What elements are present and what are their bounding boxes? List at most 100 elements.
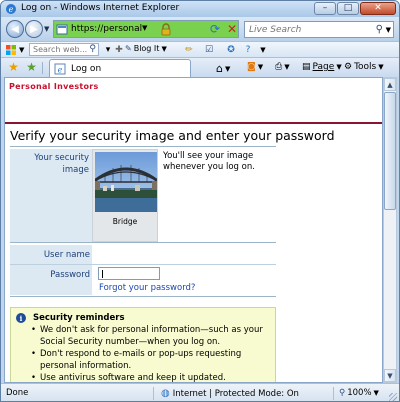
- back-button[interactable]: ◀: [6, 20, 24, 38]
- tab-divider: [42, 62, 43, 74]
- window-title: Log on - Windows Internet Explorer: [21, 3, 180, 13]
- search-provider-dropdown-icon[interactable]: ▼: [386, 26, 391, 34]
- password-field[interactable]: [98, 267, 160, 280]
- tab-row: ★ ★ e Log on ⌂ ▼ ◙ ▼ ⎙ ▼ ▤ Page ▼ ⚙ Tools ▼: [1, 57, 399, 78]
- highlighter-icon[interactable]: ✏: [183, 44, 195, 56]
- toolbar-logo-dropdown-icon[interactable]: ▼: [19, 46, 24, 54]
- minimize-button[interactable]: –: [314, 2, 336, 15]
- status-divider: [153, 387, 154, 400]
- stop-icon: ✕: [226, 22, 238, 36]
- url-text[interactable]: https://personal: [71, 24, 142, 34]
- status-text: Done: [6, 388, 29, 398]
- home-icon: ⌂: [216, 62, 223, 75]
- page-menu-dropdown-icon: ▼: [336, 63, 342, 71]
- feeds-dropdown-icon: ▼: [257, 63, 264, 71]
- toolbar-search-box[interactable]: ⚲: [29, 43, 99, 56]
- security-reminders-title: Security reminders: [33, 313, 125, 323]
- zoom-icon: ⚲: [339, 388, 346, 398]
- refresh-button[interactable]: ⟳: [207, 21, 223, 37]
- tab-label: Log on: [71, 64, 102, 74]
- tools-menu-label: Tools: [354, 62, 377, 72]
- page-menu-icon: ▤: [302, 62, 311, 72]
- maximize-button[interactable]: □: [337, 2, 359, 15]
- scroll-down-icon[interactable]: ▼: [384, 369, 396, 382]
- toolbar-search-input[interactable]: [30, 44, 90, 55]
- page-favicon-icon: e: [54, 63, 66, 75]
- zoom-control[interactable]: ⚲ 100% ▼: [339, 388, 379, 398]
- zoom-level: 100%: [347, 388, 372, 398]
- info-icon: i: [16, 313, 26, 323]
- rss-icon: ◙: [247, 62, 256, 72]
- toolbar: ▼ ⚲ ▾ ✚ ✎ Blog It ▼ ✏ ☑ ✪ ? ▼: [1, 41, 399, 57]
- favorites-center-icon[interactable]: ★: [7, 61, 20, 74]
- home-dropdown-icon: ▼: [224, 64, 231, 73]
- zoom-dropdown-icon: ▼: [373, 389, 379, 397]
- live-search-box[interactable]: ⚲ ▼: [244, 21, 394, 38]
- page-icon: [56, 24, 68, 35]
- security-zone[interactable]: ◍ Internet | Protected Mode: On: [161, 388, 299, 399]
- blog-it-button[interactable]: ✎ Blog It ▼: [125, 44, 167, 53]
- lock-icon[interactable]: [160, 23, 172, 36]
- resize-grip[interactable]: [389, 393, 397, 401]
- username-label: User name: [43, 250, 90, 260]
- security-image-caption: Bridge: [112, 217, 138, 226]
- security-image-label-cell: Your security image: [10, 149, 92, 242]
- address-row: ◀ ▶ ▼ https://personal ▼ ⟳ ✕ ⚲ ▼: [1, 17, 399, 41]
- live-search-input[interactable]: [245, 22, 365, 37]
- tools-gear-icon: ⚙: [344, 62, 353, 72]
- blog-it-label: Blog It: [133, 44, 160, 53]
- browser-window: e Log on - Windows Internet Explorer – □…: [0, 0, 400, 402]
- toolbar-pin-icon[interactable]: ✚: [113, 44, 125, 56]
- messenger-icon[interactable]: ✪: [225, 44, 237, 56]
- scroll-up-icon[interactable]: ▲: [384, 78, 396, 91]
- edit-icon[interactable]: ☑: [203, 44, 215, 56]
- page-content: Personal Investors Verify your security …: [4, 77, 383, 383]
- add-favorites-icon[interactable]: ★: [25, 61, 38, 74]
- security-image-note: You'll see your image whenever you log o…: [163, 151, 255, 172]
- address-dropdown-icon[interactable]: ▼: [142, 24, 147, 32]
- stop-button[interactable]: ✕: [224, 21, 240, 37]
- scrollbar-thumb[interactable]: [384, 92, 396, 210]
- close-button[interactable]: ✕: [360, 2, 396, 15]
- security-image-panel: Your security image Bridge You'll see yo…: [10, 149, 276, 242]
- field-divider: [10, 264, 276, 265]
- toolbar-search-icon[interactable]: ⚲: [89, 44, 96, 54]
- status-bar: Done ◍ Internet | Protected Mode: On ⚲ 1…: [1, 383, 399, 401]
- search-icon[interactable]: ⚲: [376, 24, 383, 35]
- blog-it-dropdown-icon: ▼: [161, 44, 167, 53]
- blog-it-icon: ✎: [125, 44, 132, 53]
- brand-divider: [5, 122, 382, 124]
- recent-pages-dropdown-icon[interactable]: ▼: [44, 25, 49, 33]
- title-divider: [10, 146, 276, 147]
- help-icon[interactable]: ?: [242, 44, 254, 56]
- print-button[interactable]: ⎙ ▼: [275, 62, 290, 72]
- ie-logo-icon: e: [6, 4, 16, 14]
- page-title: Verify your security image and enter you…: [10, 128, 335, 143]
- back-arrow-icon: ◀: [11, 23, 19, 35]
- list-item: Use antivirus software and keep it updat…: [29, 373, 269, 382]
- page-menu-label: Page: [312, 62, 335, 72]
- help-dropdown-icon[interactable]: ▼: [257, 44, 269, 56]
- brand-header: Personal Investors: [9, 82, 99, 91]
- text-cursor: [102, 270, 103, 278]
- globe-icon: ◍: [161, 388, 170, 399]
- tools-menu[interactable]: ⚙ Tools ▼: [344, 62, 384, 72]
- status-divider: [333, 387, 334, 400]
- home-button[interactable]: ⌂ ▼: [216, 62, 230, 75]
- security-image-label: Your security image: [34, 153, 89, 175]
- print-icon: ⎙: [275, 62, 283, 72]
- panel-divider-bottom: [10, 296, 276, 297]
- tools-menu-dropdown-icon: ▼: [378, 63, 384, 71]
- list-item: We don't ask for personal information—su…: [29, 325, 269, 348]
- tab-log-on[interactable]: e Log on: [49, 59, 191, 78]
- toolbar-logo-icon[interactable]: [5, 44, 17, 56]
- forward-button[interactable]: ▶: [25, 20, 43, 38]
- page-menu[interactable]: ▤ Page ▼: [302, 62, 342, 72]
- forgot-password-link[interactable]: Forgot your password?: [99, 283, 195, 293]
- security-zone-text: Internet | Protected Mode: On: [172, 388, 299, 399]
- refresh-icon: ⟳: [209, 22, 221, 36]
- vertical-scrollbar[interactable]: ▲ ▼: [383, 77, 397, 383]
- feeds-button[interactable]: ◙ ▼: [247, 62, 263, 72]
- title-bar: e Log on - Windows Internet Explorer – □…: [1, 1, 399, 17]
- security-reminders-box: i Security reminders We don't ask for pe…: [10, 307, 276, 382]
